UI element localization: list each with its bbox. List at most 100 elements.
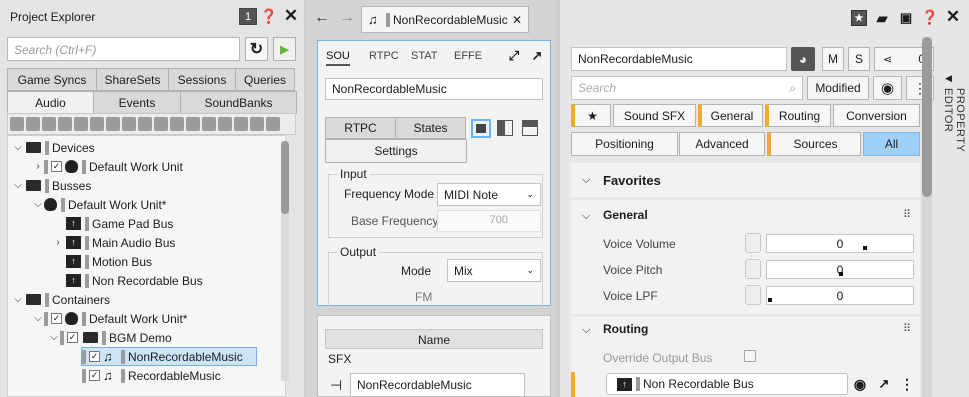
voice-volume-slider[interactable]: 0 <box>766 234 914 253</box>
tab-game-syncs[interactable]: Game Syncs <box>7 68 97 91</box>
tab-rtpc[interactable]: RTPC <box>325 117 396 139</box>
collapse-icon[interactable]: ⌵ <box>48 332 60 343</box>
tab-audio[interactable]: Audio <box>7 91 94 114</box>
tab-rtpc-top[interactable]: RTPC <box>369 50 399 62</box>
tree-item-containers[interactable]: ⌵ Containers <box>12 290 110 309</box>
tree-scrollbar-thumb[interactable] <box>281 141 289 214</box>
toolbar-icon[interactable] <box>122 117 136 131</box>
link-icon[interactable] <box>745 233 761 253</box>
toolbar-icon[interactable] <box>10 117 24 131</box>
toolbar-icon[interactable] <box>26 117 40 131</box>
toolbar-icon[interactable] <box>58 117 72 131</box>
expand-icon[interactable]: › <box>32 161 44 172</box>
slider-knob[interactable] <box>768 298 772 302</box>
chevron-left-icon[interactable]: ◀ <box>945 73 952 84</box>
link-icon[interactable] <box>745 285 761 305</box>
mode-select[interactable]: Mix ⌄ <box>447 259 541 282</box>
slider-knob[interactable] <box>839 272 843 276</box>
toolbar-icon[interactable] <box>42 117 56 131</box>
tab-queries[interactable]: Queries <box>235 68 295 91</box>
link-icon[interactable] <box>745 259 761 279</box>
tree-item-recordablemusic[interactable]: ✓ ♫ RecordableMusic <box>82 366 221 385</box>
checkbox[interactable]: ✓ <box>89 370 100 381</box>
collapse-icon[interactable]: ⌵ <box>582 210 590 223</box>
layout-single-icon[interactable] <box>471 119 491 138</box>
checkbox[interactable]: ✓ <box>89 351 100 362</box>
expand-icon[interactable]: ⤢ <box>506 48 522 64</box>
view-number-badge[interactable]: 1 <box>239 8 257 25</box>
toolbar-icon[interactable] <box>218 117 232 131</box>
tab-sound-sfx[interactable]: Sound SFX <box>613 104 696 127</box>
help-icon[interactable]: ❓ <box>921 8 938 26</box>
save-icon[interactable]: ▣ <box>898 9 914 27</box>
forward-arrow-icon[interactable]: → <box>338 9 356 27</box>
layout-split-horizontal-icon[interactable] <box>522 120 538 136</box>
tab-sound[interactable]: SOU <box>326 50 350 66</box>
toolbar-icon[interactable] <box>138 117 152 131</box>
tab-sources[interactable]: Sources <box>767 132 861 156</box>
slider-knob[interactable] <box>863 246 867 250</box>
toolbar-icon[interactable] <box>186 117 200 131</box>
tab-advanced[interactable]: Advanced <box>679 132 765 156</box>
tree-item-bgm-demo[interactable]: ⌵ ✓ BGM Demo <box>48 328 172 347</box>
modified-button[interactable]: Modified <box>807 76 869 100</box>
collapse-icon[interactable]: ⌵ <box>582 174 590 187</box>
sync-icon[interactable]: ↻ <box>245 37 268 61</box>
toolbar-icon[interactable] <box>154 117 168 131</box>
search-input[interactable]: Search (Ctrl+F) <box>7 37 240 61</box>
collapse-icon[interactable]: ⌵ <box>12 180 24 191</box>
tab-states-top[interactable]: STAT <box>411 50 437 62</box>
tree-item-motion-bus[interactable]: ↑ Motion Bus <box>66 252 152 271</box>
drag-handle-icon[interactable]: ⠿ <box>903 208 911 221</box>
layout-split-vertical-icon[interactable] <box>497 120 513 136</box>
object-name-field[interactable]: NonRecordableMusic <box>325 78 543 100</box>
eye-icon[interactable]: ◉ <box>873 76 902 100</box>
toolbar-icon[interactable] <box>202 117 216 131</box>
open-external-icon[interactable]: ↗ <box>529 48 545 64</box>
list-item[interactable]: NonRecordableMusic <box>350 373 525 397</box>
toolbar-icon[interactable] <box>106 117 120 131</box>
more-options-icon[interactable]: ⋮ <box>900 375 914 393</box>
collapse-icon[interactable]: ⌵ <box>582 324 590 337</box>
tab-effects-top[interactable]: EFFE <box>454 50 482 62</box>
base-frequency-slider[interactable]: 700 <box>437 210 541 232</box>
tree-item-default-work-unit-containers[interactable]: ⌵ ✓ Default Work Unit* <box>32 309 187 328</box>
expand-icon[interactable]: › <box>52 237 64 248</box>
property-scrollbar-thumb[interactable] <box>922 37 932 197</box>
tree-item-default-work-unit[interactable]: › ✓ Default Work Unit <box>32 157 183 176</box>
tree-item-main-audio-bus[interactable]: › ↑ Main Audio Bus <box>52 233 175 252</box>
tab-settings[interactable]: Settings <box>325 139 467 163</box>
collapse-icon[interactable]: ⌵ <box>32 313 44 324</box>
tab-positioning[interactable]: Positioning <box>571 132 678 156</box>
tree-item-game-pad-bus[interactable]: ↑ Game Pad Bus <box>66 214 173 233</box>
palette-icon[interactable]: ◕ <box>791 47 815 71</box>
toolbar-icon[interactable] <box>234 117 248 131</box>
voice-lpf-slider[interactable]: 0 <box>766 286 914 305</box>
output-bus-field[interactable]: ↑ Non Recordable Bus <box>606 373 848 395</box>
checkbox[interactable]: ✓ <box>51 313 62 324</box>
column-header-name[interactable]: Name <box>325 329 543 349</box>
tree-item-non-recordable-bus[interactable]: ↑ Non Recordable Bus <box>66 271 203 290</box>
tab-soundbanks[interactable]: SoundBanks <box>180 91 297 114</box>
toolbar-icon[interactable] <box>74 117 88 131</box>
solo-button[interactable]: S <box>848 47 870 71</box>
override-output-bus-checkbox[interactable] <box>744 350 756 362</box>
close-icon[interactable]: ✕ <box>283 6 299 26</box>
open-external-icon[interactable]: ↗ <box>876 375 892 393</box>
tab-favorites[interactable]: ★ <box>571 104 611 127</box>
tab-routing[interactable]: Routing <box>765 104 831 127</box>
toolbar-icon[interactable] <box>266 117 280 131</box>
checkbox[interactable]: ✓ <box>67 332 78 343</box>
collapse-icon[interactable]: ⌵ <box>12 294 24 305</box>
pin-icon[interactable]: ★ <box>851 10 867 26</box>
toolbar-icon[interactable] <box>250 117 264 131</box>
tab-events[interactable]: Events <box>93 91 181 114</box>
object-name-field[interactable]: NonRecordableMusic <box>571 47 787 71</box>
tree-item-nonrecordablemusic[interactable]: ✓ ♫ NonRecordableMusic <box>81 347 257 366</box>
tab-sessions[interactable]: Sessions <box>168 68 236 91</box>
toolbar-icon[interactable] <box>90 117 104 131</box>
property-editor-side-tab[interactable]: PROPERTY EDITOR <box>936 88 966 168</box>
frequency-mode-select[interactable]: MIDI Note ⌄ <box>437 183 541 206</box>
back-arrow-icon[interactable]: ← <box>313 9 331 27</box>
voice-pitch-slider[interactable]: 0 <box>766 260 914 279</box>
